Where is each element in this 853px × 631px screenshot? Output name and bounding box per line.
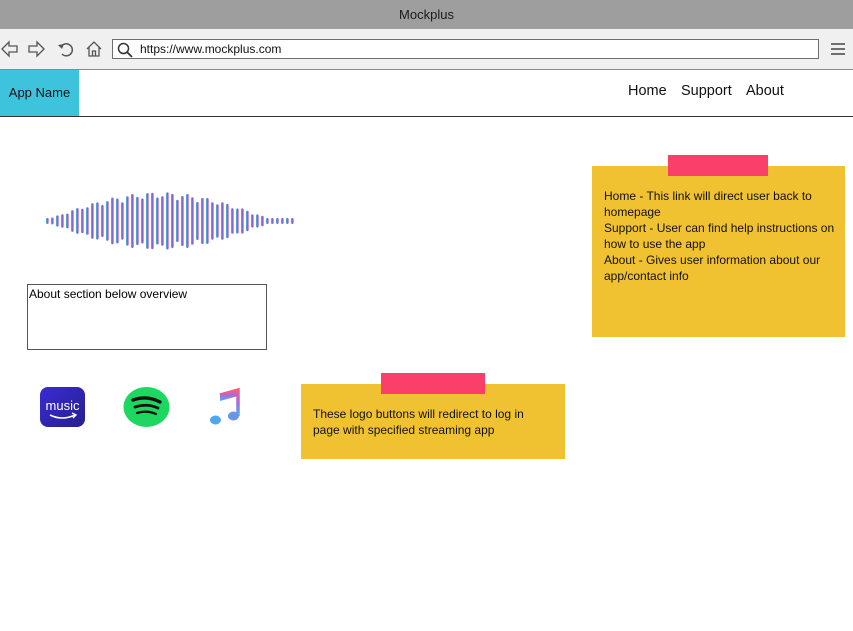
- sticky-note-logos: These logo buttons will redirect to log …: [301, 373, 565, 459]
- wave-bar: [246, 210, 249, 232]
- app-header: App Name Home Support About: [0, 70, 853, 117]
- wave-bar: [111, 197, 114, 245]
- amazon-music-logo[interactable]: music: [40, 387, 85, 427]
- home-icon[interactable]: [84, 39, 104, 59]
- wave-bar: [166, 192, 169, 250]
- sticky-note-line-about: About - Gives user information about our…: [604, 253, 821, 283]
- amazon-music-label: music: [46, 398, 80, 413]
- wave-bar: [216, 204, 219, 238]
- wave-bar: [101, 205, 104, 237]
- wave-bar: [71, 210, 74, 232]
- wave-bar: [201, 197, 204, 245]
- address-bar[interactable]: https://www.mockplus.com: [112, 39, 819, 59]
- app-name[interactable]: App Name: [0, 70, 79, 116]
- spotify-logo[interactable]: [123, 386, 170, 428]
- wave-bar: [106, 201, 109, 241]
- wave-bar: [281, 218, 284, 224]
- forward-icon[interactable]: [26, 39, 46, 59]
- wave-bar: [251, 214, 254, 228]
- wave-bar: [181, 195, 184, 247]
- wave-bar: [151, 192, 154, 250]
- browser-toolbar: https://www.mockplus.com: [0, 29, 853, 70]
- nav-link-about[interactable]: About: [746, 83, 784, 99]
- wave-bar: [136, 196, 139, 246]
- wave-bar: [86, 207, 89, 235]
- wave-bar: [131, 194, 134, 248]
- wave-bar: [141, 198, 144, 244]
- window-title: Mockplus: [399, 7, 454, 22]
- search-icon: [117, 42, 133, 58]
- wave-bar: [61, 214, 64, 228]
- about-section-text: About section below overview: [29, 287, 188, 301]
- wave-bar: [81, 208, 84, 234]
- nav-link-home[interactable]: Home: [628, 83, 667, 99]
- wave-bar: [91, 203, 94, 239]
- sticky-tape: [381, 373, 485, 394]
- wave-bar: [211, 202, 214, 240]
- url-text: https://www.mockplus.com: [140, 42, 282, 56]
- wave-bar: [51, 217, 54, 225]
- wave-bar: [276, 218, 279, 224]
- hamburger-menu-icon[interactable]: [830, 41, 846, 57]
- wave-bar: [121, 202, 124, 240]
- wave-bar: [171, 193, 174, 249]
- wave-bar: [46, 218, 49, 224]
- sticky-tape: [668, 155, 768, 176]
- wave-bar: [226, 203, 229, 239]
- wave-bar: [126, 196, 129, 246]
- sound-wave-graphic: [46, 192, 294, 250]
- wave-bar: [96, 202, 99, 240]
- wave-bar: [271, 218, 274, 224]
- wave-bar: [231, 208, 234, 234]
- wave-bar: [66, 213, 69, 229]
- sticky-note-navigation: Home - This link will direct user back t…: [592, 155, 845, 337]
- back-icon[interactable]: [0, 39, 20, 59]
- wave-bar: [261, 215, 264, 227]
- wave-bar: [196, 201, 199, 241]
- wave-bar: [116, 198, 119, 244]
- wave-bar: [191, 197, 194, 245]
- window-title-bar: Mockplus: [0, 0, 853, 29]
- nav-link-support[interactable]: Support: [681, 83, 732, 99]
- wave-bar: [186, 194, 189, 248]
- wave-bar: [206, 198, 209, 244]
- wave-bar: [161, 196, 164, 246]
- wave-bar: [76, 208, 79, 234]
- wave-bar: [156, 197, 159, 245]
- sticky-note-line-support: Support - User can find help instruction…: [604, 221, 835, 251]
- refresh-icon[interactable]: [56, 39, 76, 59]
- wave-bar: [221, 202, 224, 240]
- wave-bar: [56, 215, 59, 227]
- wave-bar: [256, 214, 259, 228]
- apple-music-logo[interactable]: [208, 387, 242, 427]
- wave-bar: [146, 193, 149, 249]
- wave-bar: [286, 218, 289, 224]
- sticky-note-line-home: Home - This link will direct user back t…: [604, 189, 812, 219]
- wave-bar: [241, 208, 244, 234]
- wave-bar: [291, 218, 294, 224]
- wave-bar: [176, 199, 179, 243]
- about-section-box: About section below overview: [27, 284, 267, 350]
- sticky-note-text: These logo buttons will redirect to log …: [313, 407, 524, 437]
- wave-bar: [236, 208, 239, 234]
- wave-bar: [266, 217, 269, 225]
